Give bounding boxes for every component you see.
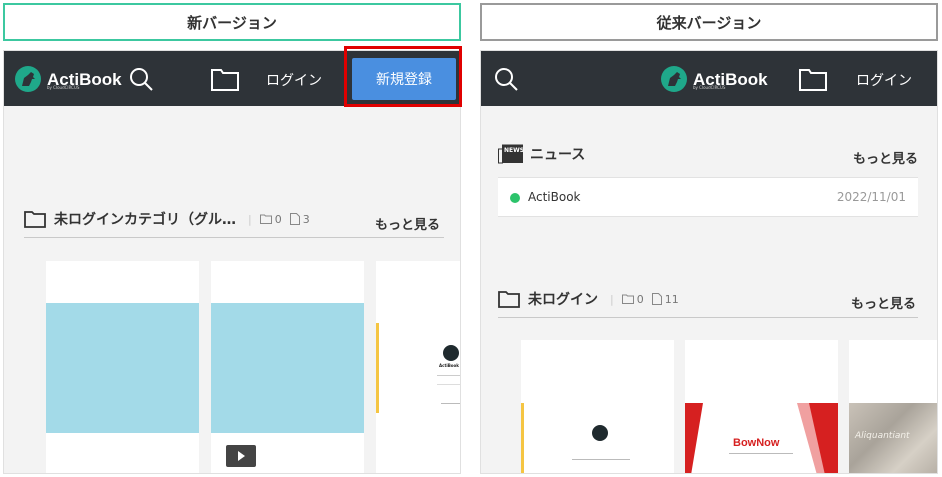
- card-thumbnail: [46, 303, 199, 433]
- news-status-dot: [510, 193, 520, 203]
- new-version-label-box: 新バージョン: [3, 3, 461, 41]
- old-navbar: ActiBook by CloudCIRCUS ログイン: [481, 51, 937, 106]
- small-folder-icon: [621, 294, 634, 304]
- horse-logo-icon: [592, 425, 608, 441]
- card-text-lines: [437, 375, 460, 385]
- new-file-count: 3: [302, 212, 310, 226]
- card-text-lines: [729, 453, 793, 454]
- old-folder-count: 0: [636, 292, 644, 306]
- horse-logo-icon: [443, 345, 459, 361]
- old-logo-sub: by CloudCIRCUS: [693, 85, 726, 90]
- old-category-title[interactable]: 未ログイン: [528, 289, 598, 309]
- new-folder-count: 0: [274, 212, 282, 226]
- video-card[interactable]: [211, 261, 364, 473]
- news-item-date: 2022/11/01: [836, 190, 906, 204]
- old-category-header: 未ログイン | 0 11: [498, 289, 679, 309]
- signup-highlight-frame: [344, 46, 462, 107]
- card-thumbnail: [211, 303, 364, 433]
- news-item[interactable]: ActiBook 2022/11/01: [498, 177, 918, 217]
- card-brand: BowNow: [733, 437, 780, 449]
- new-logo-sub: by CloudCIRCUS: [47, 85, 80, 90]
- news-icon: NEWS: [498, 144, 524, 164]
- new-category-header: 未ログインカテゴリ（グル… | 0 3: [24, 209, 310, 229]
- folder-icon[interactable]: [799, 67, 827, 95]
- new-category-title[interactable]: 未ログインカテゴリ（グル…: [54, 209, 236, 229]
- card-text-lines: [572, 459, 630, 460]
- old-logo[interactable]: ActiBook by CloudCIRCUS: [661, 66, 768, 92]
- card-thumbnail: Aliquantiant: [849, 403, 937, 473]
- document-card[interactable]: [46, 261, 199, 473]
- old-version-label-box: 従来バージョン: [480, 3, 938, 41]
- play-icon[interactable]: [226, 445, 256, 467]
- horse-logo-icon: [661, 66, 687, 92]
- photo-card[interactable]: Aliquantiant: [849, 340, 937, 473]
- document-card[interactable]: [521, 340, 674, 473]
- photo-caption: Aliquantiant: [855, 431, 910, 441]
- old-category-divider: [498, 317, 918, 318]
- search-icon[interactable]: [493, 66, 519, 96]
- small-file-icon: [289, 213, 300, 225]
- news-more-link[interactable]: もっと見る: [853, 148, 918, 167]
- new-category-more-link[interactable]: もっと見る: [375, 214, 440, 233]
- search-icon[interactable]: [128, 66, 154, 96]
- new-category-divider: [24, 237, 444, 238]
- login-link[interactable]: ログイン: [856, 70, 912, 90]
- folder-icon: [24, 210, 46, 228]
- new-category-meta: | 0 3: [248, 212, 310, 226]
- card-text-lines: [441, 403, 460, 404]
- horse-logo-icon: [15, 66, 41, 92]
- new-version-screen: ActiBook by CloudCIRCUS ログイン 新規登録 未ログインカ…: [3, 50, 461, 474]
- card-thumbnail: ActiBook: [376, 323, 460, 413]
- new-logo[interactable]: ActiBook by CloudCIRCUS: [15, 66, 122, 92]
- old-category-more-link[interactable]: もっと見る: [851, 293, 916, 312]
- news-item-title[interactable]: ActiBook: [528, 190, 581, 204]
- small-folder-icon: [259, 214, 272, 224]
- new-version-label: 新バージョン: [187, 13, 277, 32]
- news-header: NEWS ニュース: [498, 144, 585, 164]
- old-category-meta: | 0 11: [610, 292, 679, 306]
- folder-icon[interactable]: [211, 67, 239, 95]
- card-brand: ActiBook: [439, 363, 459, 368]
- card-thumbnail: [521, 403, 674, 473]
- old-version-screen: ActiBook by CloudCIRCUS ログイン NEWS ニュース も…: [480, 50, 938, 474]
- old-file-count: 11: [664, 292, 679, 306]
- small-file-icon: [651, 293, 662, 305]
- news-title: ニュース: [530, 147, 586, 163]
- document-card[interactable]: BowNow: [685, 340, 838, 473]
- old-version-label: 従来バージョン: [656, 13, 762, 32]
- card-thumbnail: BowNow: [685, 403, 838, 473]
- document-card[interactable]: ActiBook: [376, 261, 460, 473]
- folder-icon: [498, 290, 520, 308]
- news-badge-text: NEWS: [504, 147, 525, 154]
- login-link[interactable]: ログイン: [266, 70, 322, 90]
